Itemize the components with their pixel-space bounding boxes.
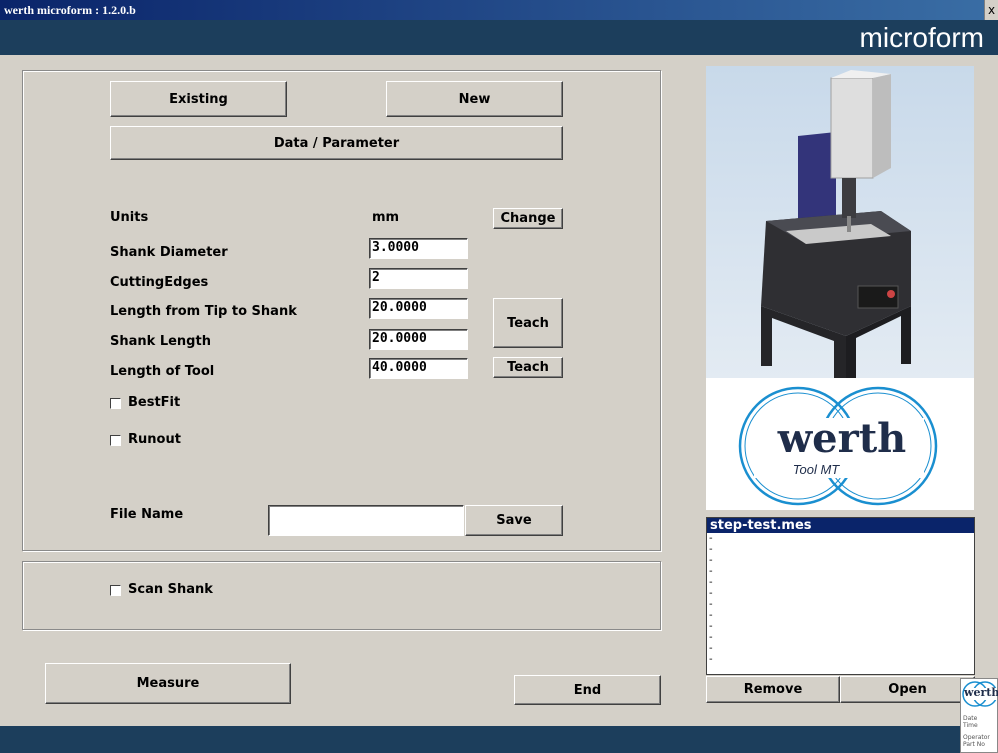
list-item[interactable]: - (707, 577, 974, 588)
shank-diameter-label: Shank Diameter (110, 245, 228, 260)
bestfit-label: BestFit (128, 395, 181, 410)
save-button[interactable]: Save (465, 505, 563, 536)
cutting-edges-label: CuttingEdges (110, 275, 209, 290)
window-titlebar: werth microform : 1.2.0.b (0, 0, 998, 20)
mini-card-line: Operator (963, 734, 990, 741)
file-list-selected-item[interactable]: step-test.mes (707, 518, 974, 533)
shank-length-label: Shank Length (110, 334, 211, 349)
file-list[interactable]: step-test.mes - - - - - - - - - - - - (706, 517, 975, 675)
list-item[interactable]: - (707, 566, 974, 577)
list-item[interactable]: - (707, 621, 974, 632)
bestfit-checkbox[interactable] (110, 398, 121, 409)
shank-length-input[interactable]: 20.0000 (369, 329, 468, 350)
report-thumbnail: werth Date Time Operator Part No (960, 678, 998, 753)
list-item[interactable]: - (707, 533, 974, 544)
mini-card-line: Date (963, 715, 978, 722)
list-item[interactable]: - (707, 643, 974, 654)
shank-diameter-input[interactable]: 3.0000 (369, 238, 468, 259)
app-footer (0, 726, 998, 753)
existing-button[interactable]: Existing (110, 81, 287, 117)
list-item[interactable]: - (707, 632, 974, 643)
file-name-input[interactable] (268, 505, 464, 536)
units-label: Units (110, 210, 149, 225)
machine-image (706, 66, 974, 378)
mini-card-line: Part No (963, 741, 985, 748)
werth-logo: werth Tool MT (706, 378, 974, 510)
data-parameter-button[interactable]: Data / Parameter (110, 126, 563, 160)
mini-card-line: Time (963, 722, 978, 729)
list-item[interactable]: - (707, 599, 974, 610)
app-header: microform (0, 20, 998, 55)
list-item[interactable]: - (707, 544, 974, 555)
mini-card-fields: Date Time Operator Part No (963, 715, 990, 748)
window-title: werth microform : 1.2.0.b (4, 3, 136, 17)
length-tip-to-shank-label: Length from Tip to Shank (110, 304, 297, 319)
open-button[interactable]: Open (840, 676, 975, 703)
length-tip-to-shank-input[interactable]: 20.0000 (369, 298, 468, 319)
scan-shank-label: Scan Shank (128, 582, 213, 597)
measure-button[interactable]: Measure (45, 663, 291, 704)
remove-button[interactable]: Remove (706, 676, 840, 703)
teach-shank-button[interactable]: Teach (493, 298, 563, 348)
teach-tool-button[interactable]: Teach (493, 357, 563, 378)
length-of-tool-input[interactable]: 40.0000 (369, 358, 468, 379)
change-units-button[interactable]: Change (493, 208, 563, 229)
end-button[interactable]: End (514, 675, 661, 705)
list-item[interactable]: - (707, 610, 974, 621)
mini-logo-wordmark: werth (964, 686, 998, 699)
length-of-tool-label: Length of Tool (110, 364, 215, 379)
new-button[interactable]: New (386, 81, 563, 117)
runout-label: Runout (128, 432, 181, 447)
scan-shank-checkbox[interactable] (110, 585, 121, 596)
list-item[interactable]: - (707, 588, 974, 599)
close-button[interactable]: x (984, 0, 998, 20)
brand-title: microform (859, 22, 984, 53)
logo-subtitle: Tool MT (792, 462, 840, 477)
list-item[interactable]: - (707, 555, 974, 566)
file-name-label: File Name (110, 507, 184, 522)
logo-wordmark: werth (777, 415, 907, 462)
runout-checkbox[interactable] (110, 435, 121, 446)
units-value: mm (372, 210, 400, 225)
cutting-edges-input[interactable]: 2 (369, 268, 468, 289)
measuring-machine-illustration (761, 70, 911, 378)
list-item[interactable]: - (707, 654, 974, 665)
